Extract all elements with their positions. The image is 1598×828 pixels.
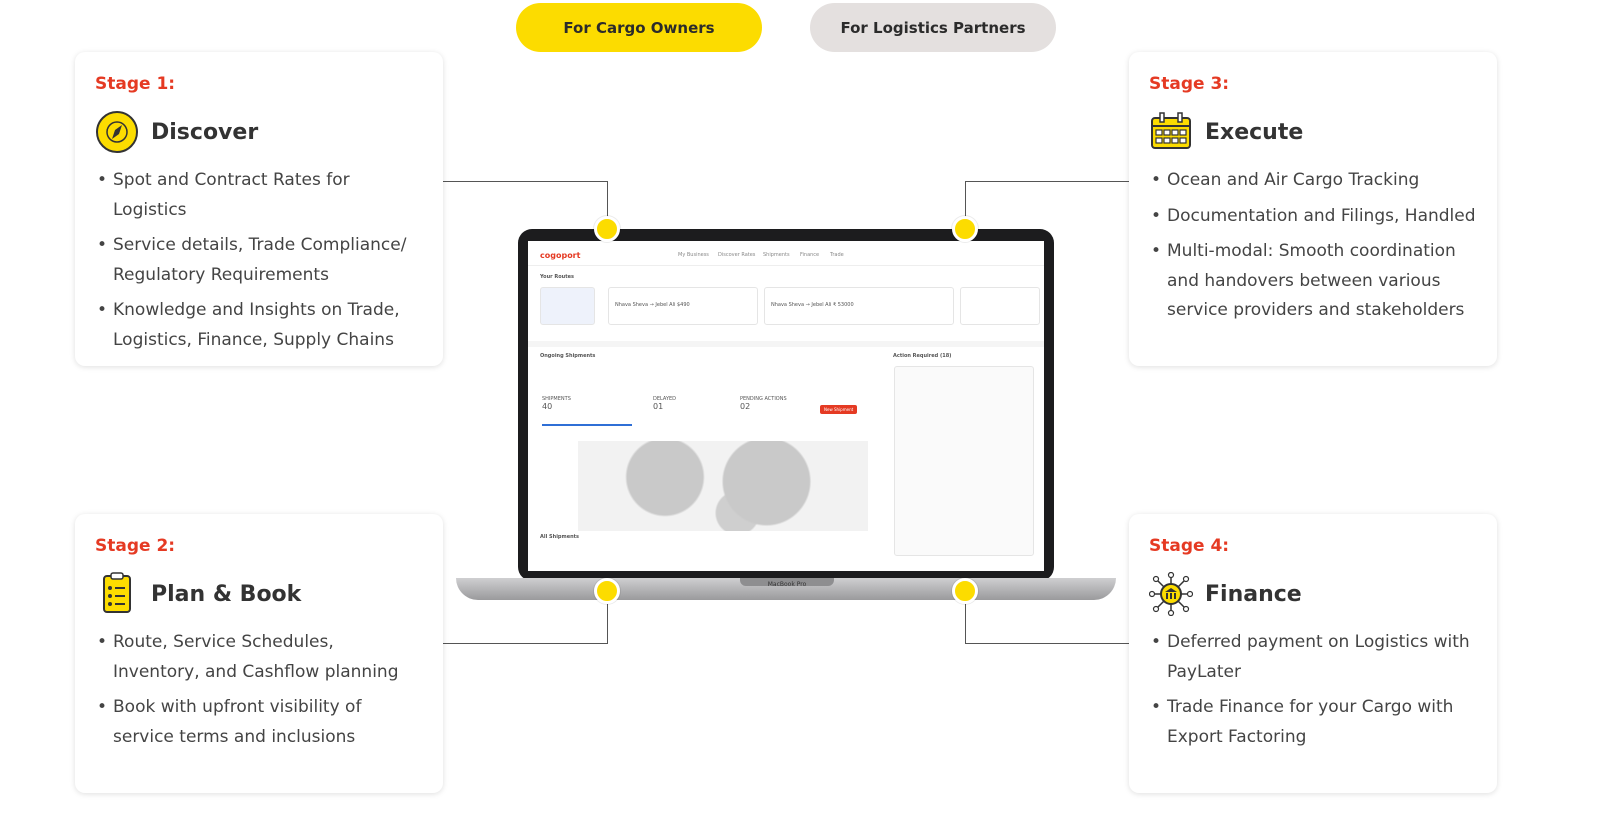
pending-stat: PENDING ACTIONS 02	[740, 396, 787, 411]
add-route-card	[540, 287, 595, 325]
all-shipments-title: All Shipments	[540, 534, 580, 540]
list-item: Documentation and Filings, Handled	[1149, 202, 1477, 232]
stage-card-execute: Stage 3: Execute Ocean and Air Cargo Tra…	[1129, 52, 1497, 366]
laptop-screen: cogoport My Business Discover Rates Ship…	[528, 241, 1044, 571]
connector-line	[965, 181, 1129, 182]
stage-label: Stage 3:	[1149, 74, 1230, 94]
stage-title: Finance	[1205, 581, 1302, 607]
laptop-frame: cogoport My Business Discover Rates Ship…	[518, 229, 1054, 581]
connector-dot	[594, 578, 620, 604]
list-item: Deferred payment on Logistics with PayLa…	[1149, 628, 1477, 687]
cogoport-logo: cogoport	[540, 251, 581, 260]
stage-label: Stage 4:	[1149, 536, 1230, 556]
stage-title: Discover	[151, 119, 259, 145]
compass-icon	[95, 110, 139, 154]
stage-card-discover: Stage 1: Discover Spot and Contract Rate…	[75, 52, 443, 366]
bank-network-icon	[1149, 572, 1193, 616]
calendar-icon	[1149, 110, 1193, 154]
list-item: Multi-modal: Smooth coordination and han…	[1149, 237, 1477, 326]
stage-title: Plan & Book	[151, 581, 302, 607]
route-card: Nhava Sheva → Jebel Ali ₹ 53000	[764, 287, 954, 325]
tab-logistics-partners[interactable]: For Logistics Partners	[810, 3, 1056, 52]
nav-item: My Business	[678, 252, 709, 258]
laptop-notch: MacBook Pro	[740, 578, 834, 588]
nav-item: Trade	[830, 252, 844, 258]
connector-dot	[952, 578, 978, 604]
list-item: Route, Service Schedules, Inventory, and…	[95, 628, 423, 687]
list-item: Book with upfront visibility of service …	[95, 693, 423, 752]
nav-item: Discover Rates	[718, 252, 756, 258]
shipments-stat: SHIPMENTS 40	[542, 396, 632, 426]
ongoing-title: Ongoing Shipments	[540, 353, 596, 359]
stage-title: Execute	[1205, 119, 1304, 145]
list-item: Knowledge and Insights on Trade, Logisti…	[95, 296, 423, 355]
world-map	[578, 441, 868, 531]
stage-label: Stage 2:	[95, 536, 176, 556]
list-item: Spot and Contract Rates for Logistics	[95, 166, 423, 225]
route-card	[960, 287, 1040, 325]
connector-dot	[594, 216, 620, 242]
new-shipment-button: New Shipment	[820, 405, 858, 414]
action-list	[894, 366, 1034, 556]
connector-line	[443, 181, 608, 182]
list-item: Service details, Trade Compliance/ Regul…	[95, 231, 423, 290]
list-item: Ocean and Air Cargo Tracking	[1149, 166, 1477, 196]
bullet-list: Spot and Contract Rates for Logistics Se…	[95, 166, 423, 355]
stage-label: Stage 1:	[95, 74, 176, 94]
nav-item: Shipments	[763, 252, 790, 258]
bullet-list: Route, Service Schedules, Inventory, and…	[95, 628, 423, 752]
bullet-list: Ocean and Air Cargo Tracking Documentati…	[1149, 166, 1477, 326]
action-title: Action Required (18)	[893, 353, 952, 359]
connector-line	[965, 643, 1129, 644]
bullet-list: Deferred payment on Logistics with PayLa…	[1149, 628, 1477, 752]
routes-title: Your Routes	[540, 274, 574, 280]
connector-line	[443, 643, 608, 644]
route-card: Nhava Sheva → Jebel Ali $490	[608, 287, 758, 325]
nav-item: Finance	[800, 252, 820, 258]
list-item: Trade Finance for your Cargo with Export…	[1149, 693, 1477, 752]
connector-dot	[952, 216, 978, 242]
stage-card-plan-book: Stage 2: Plan & Book Route, Service Sche…	[75, 514, 443, 793]
tab-cargo-owners[interactable]: For Cargo Owners	[516, 3, 762, 52]
stage-card-finance: Stage 4: Finance Deferred payment on Log…	[1129, 514, 1497, 793]
checklist-icon	[95, 572, 139, 616]
delayed-stat: DELAYED 01	[653, 396, 677, 411]
